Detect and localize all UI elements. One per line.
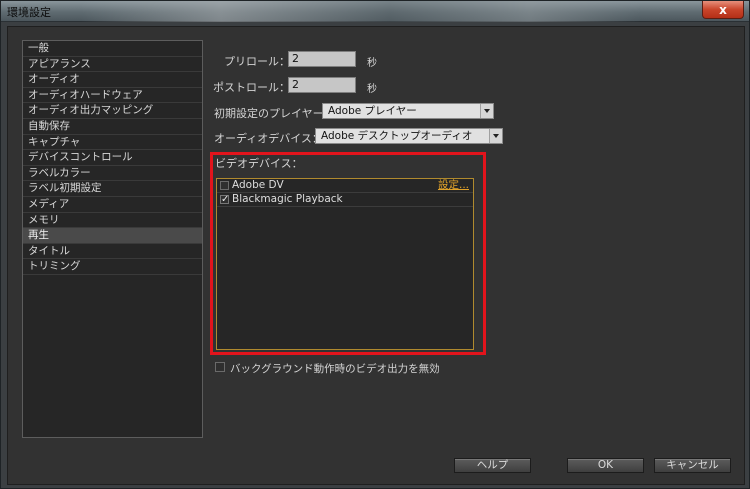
- ok-button[interactable]: OK: [567, 458, 644, 473]
- title-bar: 環境設定 x: [1, 1, 749, 22]
- preroll-unit: 秒: [367, 58, 377, 69]
- disable-background-video-label: バックグラウンド動作時のビデオ出力を無効: [230, 363, 440, 375]
- chevron-down-icon: [480, 104, 493, 118]
- audio-device-label: オーディオデバイス：: [214, 132, 323, 145]
- default-player-value: Adobe プレイヤー: [328, 105, 417, 117]
- category-item-audio-hardware[interactable]: オーディオハードウェア: [23, 88, 202, 104]
- close-icon: x: [719, 2, 727, 17]
- blackmagic-name: Blackmagic Playback: [232, 193, 343, 205]
- category-item-titler[interactable]: タイトル: [23, 244, 202, 260]
- preroll-input[interactable]: 2: [288, 51, 356, 67]
- adobe-dv-checkbox[interactable]: [220, 181, 229, 190]
- postroll-input[interactable]: 2: [288, 77, 356, 93]
- preferences-dialog: 一般 アピアランス オーディオ オーディオハードウェア オーディオ出力マッピング…: [7, 26, 745, 485]
- postroll-label: ポストロール：: [213, 81, 290, 94]
- audio-device-value: Adobe デスクトップオーディオ: [321, 130, 473, 142]
- category-item-media[interactable]: メディア: [23, 197, 202, 213]
- category-item-appearance[interactable]: アピアランス: [23, 57, 202, 73]
- category-item-memory[interactable]: メモリ: [23, 213, 202, 229]
- audio-device-dropdown[interactable]: Adobe デスクトップオーディオ: [315, 128, 503, 144]
- title-bar-background: [81, 1, 641, 22]
- category-item-label-defaults[interactable]: ラベル初期設定: [23, 181, 202, 197]
- category-item-device-control[interactable]: デバイスコントロール: [23, 150, 202, 166]
- video-device-list: Adobe DV 設定... ✓ Blackmagic Playback: [216, 178, 474, 350]
- category-item-trim[interactable]: トリミング: [23, 259, 202, 275]
- disable-background-video-checkbox[interactable]: [215, 362, 225, 372]
- chevron-down-icon: [489, 129, 502, 143]
- category-item-audio-output-mapping[interactable]: オーディオ出力マッピング: [23, 103, 202, 119]
- category-item-general[interactable]: 一般: [23, 41, 202, 57]
- category-item-auto-save[interactable]: 自動保存: [23, 119, 202, 135]
- category-item-playback[interactable]: 再生: [23, 228, 202, 244]
- postroll-unit: 秒: [367, 84, 377, 95]
- category-item-label-colors[interactable]: ラベルカラー: [23, 166, 202, 182]
- video-device-row-blackmagic[interactable]: ✓ Blackmagic Playback: [217, 193, 473, 207]
- category-list: 一般 アピアランス オーディオ オーディオハードウェア オーディオ出力マッピング…: [22, 40, 203, 438]
- adobe-dv-name: Adobe DV: [232, 179, 284, 191]
- close-button[interactable]: x: [702, 1, 744, 19]
- help-button[interactable]: ヘルプ: [454, 458, 531, 473]
- default-player-dropdown[interactable]: Adobe プレイヤー: [322, 103, 494, 119]
- default-player-label: 初期設定のプレイヤー：: [214, 107, 335, 120]
- blackmagic-checkbox[interactable]: ✓: [220, 195, 229, 205]
- preroll-label: プリロール：: [224, 55, 290, 68]
- cancel-button[interactable]: キャンセル: [654, 458, 731, 473]
- category-item-audio[interactable]: オーディオ: [23, 72, 202, 88]
- preferences-window: 環境設定 x 一般 アピアランス オーディオ オーディオハードウェア オーディオ…: [0, 0, 750, 489]
- adobe-dv-settings-link[interactable]: 設定...: [438, 179, 469, 192]
- video-device-row-adobe-dv[interactable]: Adobe DV 設定...: [217, 179, 473, 193]
- category-item-capture[interactable]: キャプチャ: [23, 135, 202, 151]
- window-title: 環境設定: [7, 6, 51, 19]
